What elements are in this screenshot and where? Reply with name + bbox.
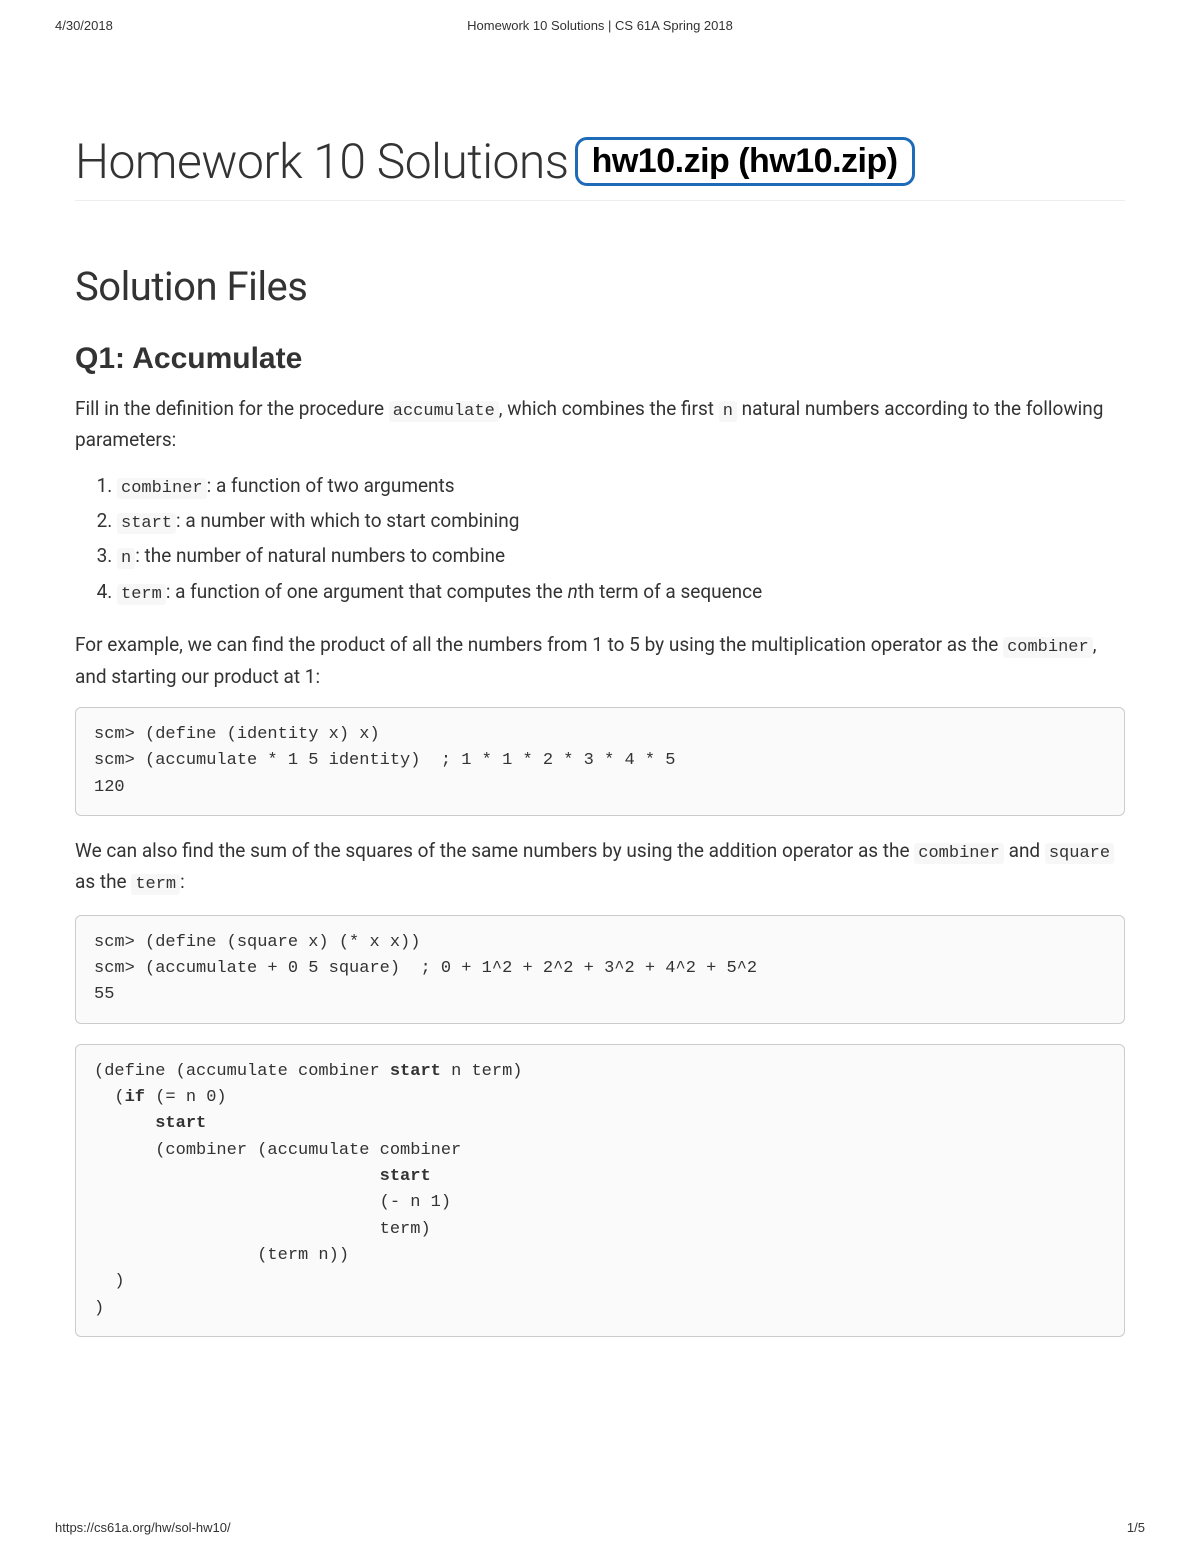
page-content: Homework 10 Solutions hw10.zip (hw10.zip… bbox=[0, 33, 1200, 1337]
page-title-text: Homework 10 Solutions bbox=[75, 133, 569, 190]
code-param: combiner bbox=[117, 478, 207, 499]
footer-page: 1/5 bbox=[1127, 1520, 1145, 1535]
print-header: 4/30/2018 Homework 10 Solutions | CS 61A… bbox=[0, 0, 1200, 33]
code-term: term bbox=[131, 874, 180, 895]
code-n: n bbox=[719, 401, 737, 422]
list-item: n: the number of natural numbers to comb… bbox=[117, 541, 1125, 572]
code-accumulate: accumulate bbox=[389, 401, 499, 422]
footer-url: https://cs61a.org/hw/sol-hw10/ bbox=[55, 1520, 231, 1535]
code-square: square bbox=[1045, 843, 1114, 864]
codeblock-solution: (define (accumulate combiner start n ter… bbox=[75, 1044, 1125, 1337]
code-param: n bbox=[117, 548, 135, 569]
q1-example1-text: For example, we can find the product of … bbox=[75, 630, 1125, 691]
zip-download-link[interactable]: hw10.zip (hw10.zip) bbox=[575, 137, 915, 186]
print-date: 4/30/2018 bbox=[55, 18, 113, 33]
q1-example2-text: We can also find the sum of the squares … bbox=[75, 836, 1125, 899]
q1-params-list: combiner: a function of two arguments st… bbox=[75, 471, 1125, 608]
list-item: combiner: a function of two arguments bbox=[117, 471, 1125, 502]
list-item: term: a function of one argument that co… bbox=[117, 577, 1125, 608]
code-param: term bbox=[117, 584, 166, 605]
code-combiner: combiner bbox=[914, 843, 1004, 864]
page-title: Homework 10 Solutions hw10.zip (hw10.zip… bbox=[75, 133, 1125, 201]
code-combiner: combiner bbox=[1003, 637, 1093, 658]
q1-intro: Fill in the definition for the procedure… bbox=[75, 394, 1125, 455]
section-heading: Solution Files bbox=[75, 263, 1125, 310]
list-item: start: a number with which to start comb… bbox=[117, 506, 1125, 537]
print-footer: https://cs61a.org/hw/sol-hw10/ 1/5 bbox=[55, 1520, 1145, 1535]
q1-heading: Q1: Accumulate bbox=[75, 342, 1125, 376]
codeblock-example1: scm> (define (identity x) x) scm> (accum… bbox=[75, 707, 1125, 816]
codeblock-example2: scm> (define (square x) (* x x)) scm> (a… bbox=[75, 915, 1125, 1024]
italic-n: n bbox=[568, 580, 578, 603]
print-title: Homework 10 Solutions | CS 61A Spring 20… bbox=[467, 18, 733, 33]
code-param: start bbox=[117, 513, 176, 534]
